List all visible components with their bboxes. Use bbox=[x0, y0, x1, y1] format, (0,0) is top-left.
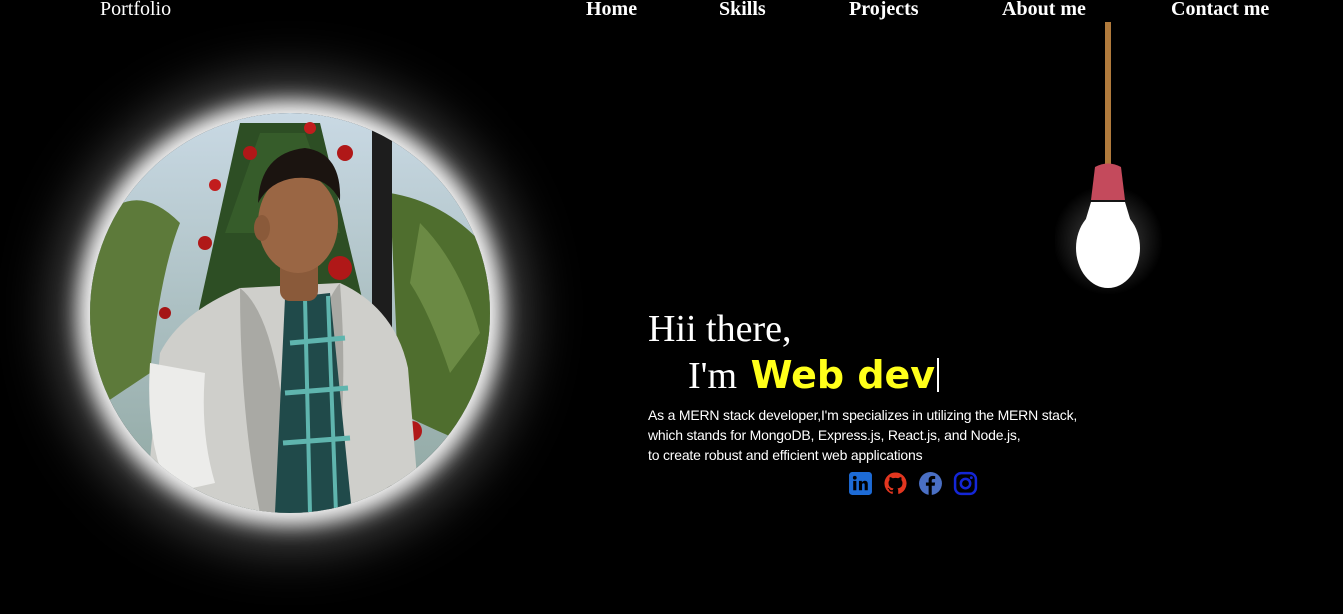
greeting-heading: Hii there, bbox=[648, 308, 792, 350]
nav-home[interactable]: Home bbox=[586, 0, 637, 21]
description-line: to create robust and efficient web appli… bbox=[648, 447, 923, 463]
about-description: As a MERN stack developer,I'm specialize… bbox=[648, 405, 1168, 465]
description-line: As a MERN stack developer,I'm specialize… bbox=[648, 407, 1078, 423]
social-links bbox=[848, 471, 978, 496]
github-link[interactable] bbox=[883, 471, 908, 496]
instagram-icon bbox=[953, 471, 978, 496]
profile-photo-illustration bbox=[90, 113, 490, 513]
nav-contact-me[interactable]: Contact me bbox=[1171, 0, 1269, 21]
intro-prefix: I'm bbox=[688, 355, 738, 397]
profile-photo bbox=[90, 113, 490, 513]
github-icon bbox=[884, 472, 907, 494]
description-line: which stands for MongoDB, Express.js, Re… bbox=[648, 427, 1021, 443]
typed-role-text: Web dev bbox=[750, 353, 936, 397]
nav-skills[interactable]: Skills bbox=[719, 0, 766, 21]
hero-section: Hii there, I'm Web dev As a MERN stack d… bbox=[648, 308, 1168, 465]
light-bulb-illustration bbox=[1055, 22, 1163, 295]
linkedin-link[interactable] bbox=[848, 471, 873, 496]
nav-projects[interactable]: Projects bbox=[849, 0, 919, 21]
facebook-icon bbox=[919, 472, 942, 495]
linkedin-icon bbox=[849, 472, 872, 495]
intro-line: I'm Web dev bbox=[688, 354, 1168, 397]
instagram-link[interactable] bbox=[953, 471, 978, 496]
typing-cursor bbox=[937, 358, 940, 392]
nav-about-me[interactable]: About me bbox=[1002, 0, 1086, 21]
facebook-link[interactable] bbox=[918, 471, 943, 496]
